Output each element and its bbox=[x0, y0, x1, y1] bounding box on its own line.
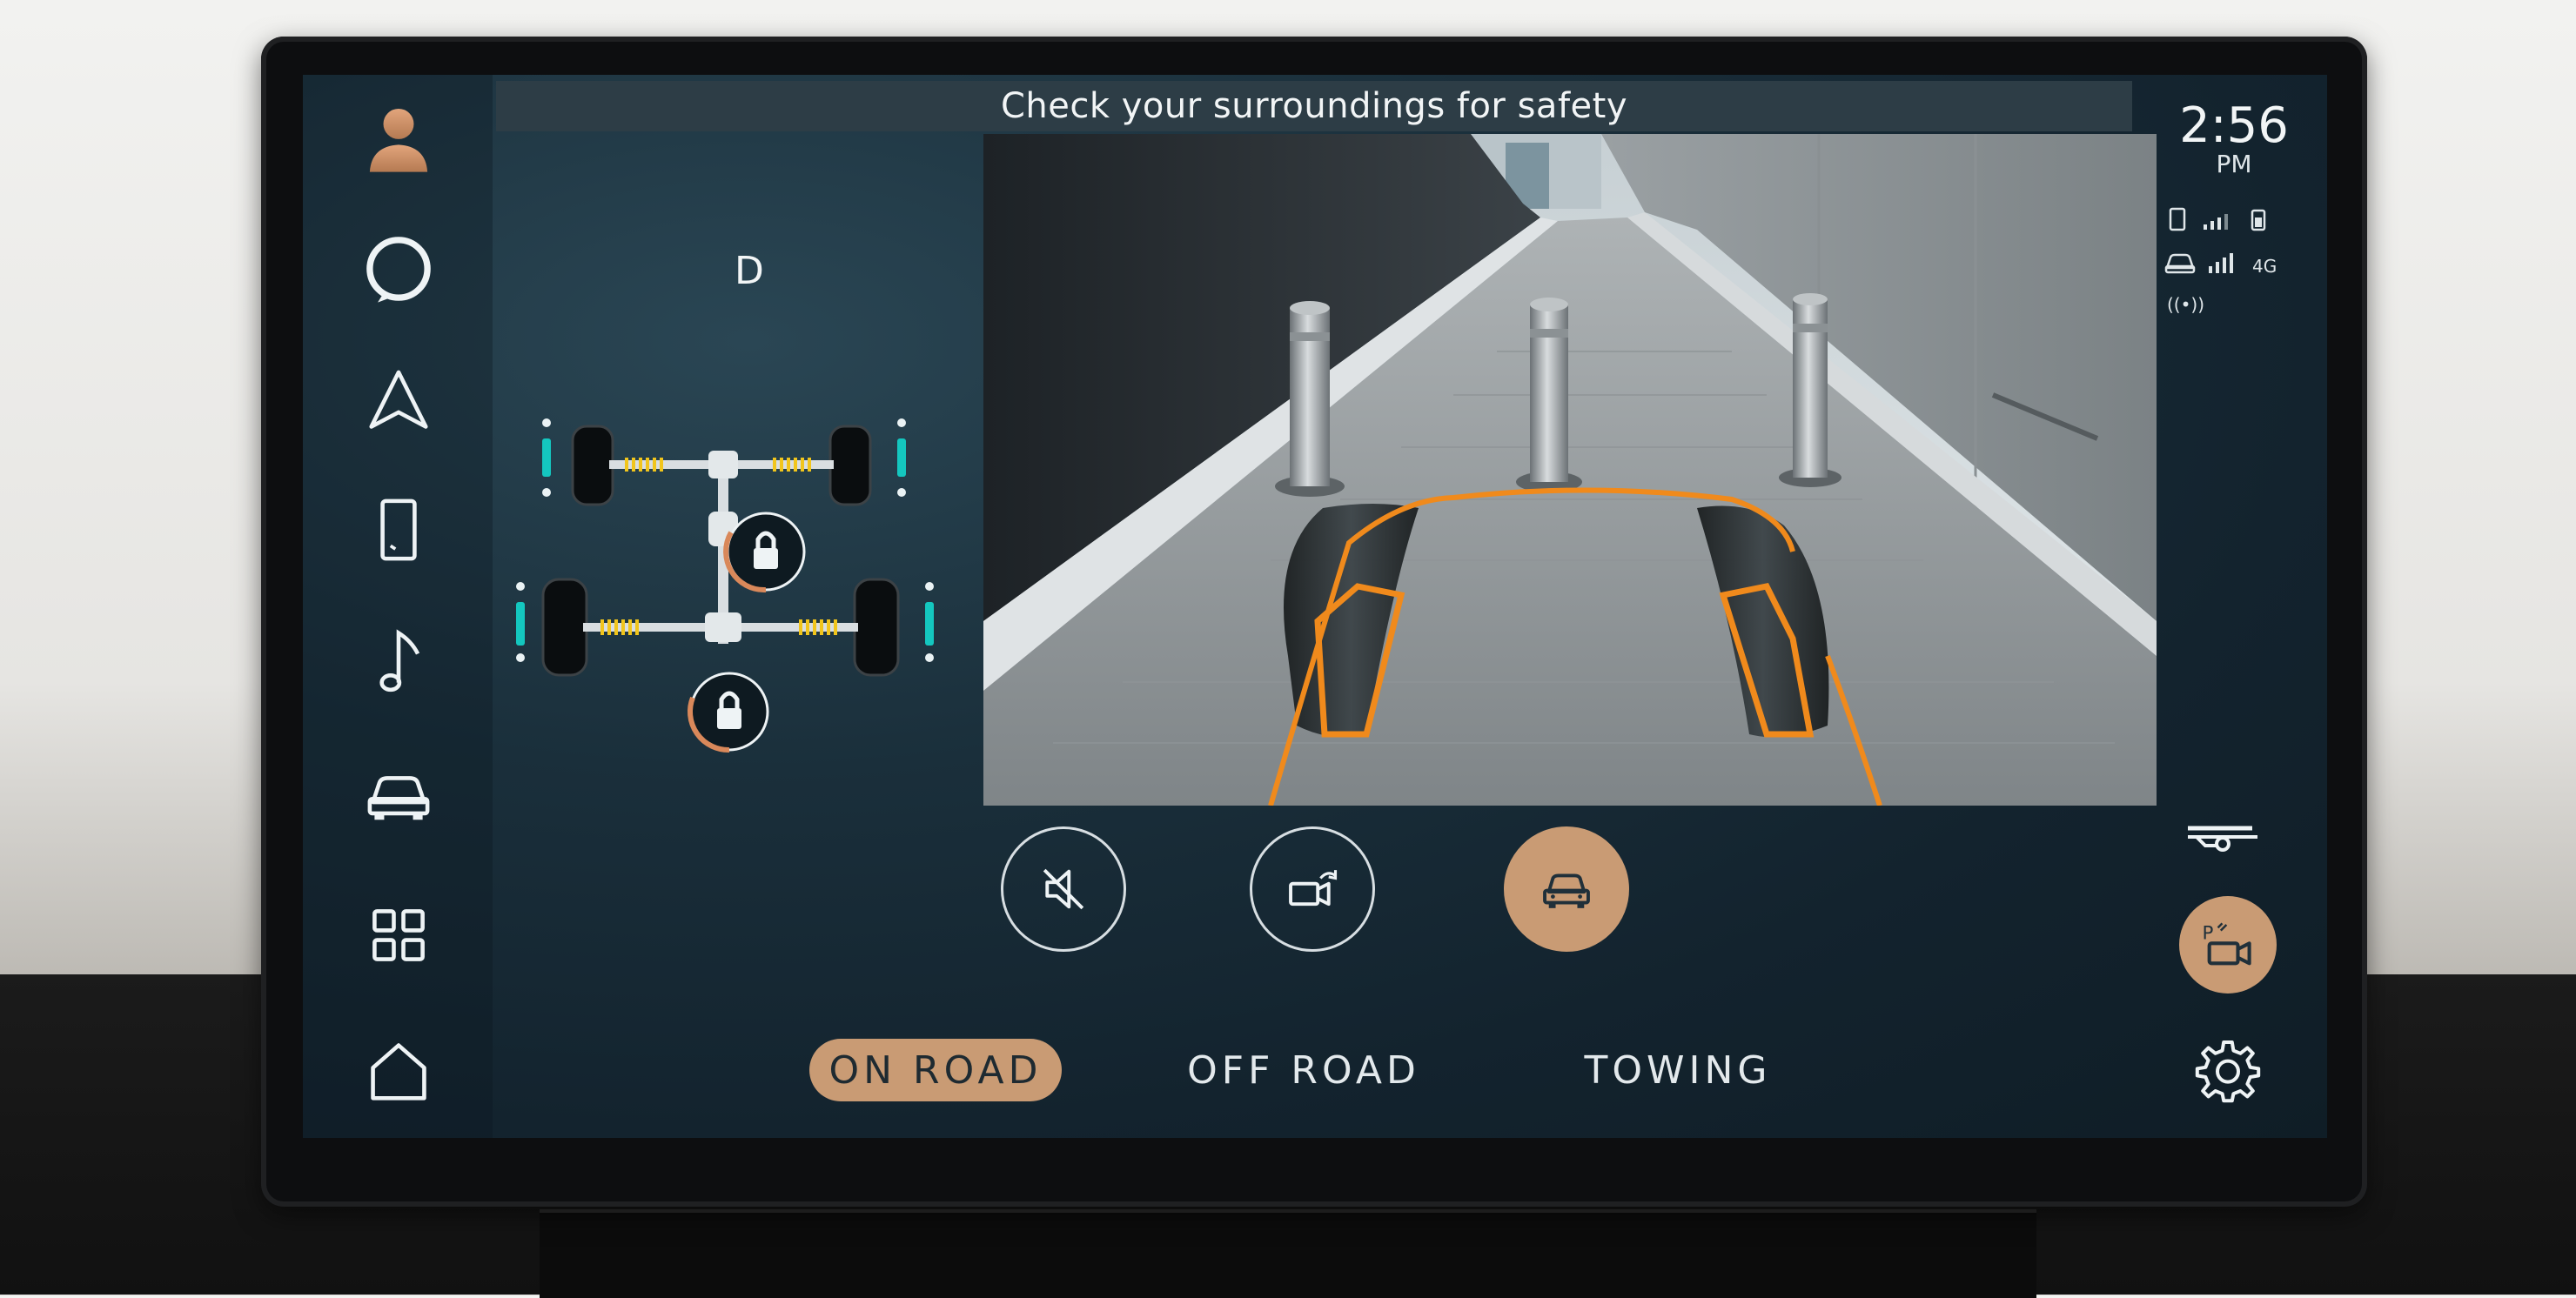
camera-rotate-icon bbox=[1289, 870, 1338, 907]
phone-icon bbox=[380, 498, 417, 561]
dashboard-vent bbox=[540, 1209, 2036, 1298]
left-navigation bbox=[303, 75, 493, 1138]
app-grid-icon bbox=[372, 909, 425, 961]
camera-views-button[interactable] bbox=[1250, 826, 1375, 952]
navigation-button[interactable] bbox=[341, 353, 456, 449]
mute-button[interactable] bbox=[1001, 826, 1126, 952]
car-front-icon bbox=[1543, 873, 1590, 908]
alexa-button[interactable] bbox=[341, 221, 456, 317]
music-note-icon bbox=[379, 629, 420, 692]
vehicle-view-button[interactable] bbox=[1504, 826, 1629, 952]
clock-time: 2:56 bbox=[2179, 97, 2289, 154]
profile-button[interactable] bbox=[341, 90, 456, 186]
media-button[interactable] bbox=[341, 611, 456, 706]
tab-towing[interactable]: TOWING bbox=[1565, 1039, 1791, 1101]
infotainment-screen: Check your surroundings for safety D ON … bbox=[303, 75, 2327, 1138]
tab-on-road[interactable]: ON ROAD bbox=[809, 1039, 1062, 1101]
park-camera-icon: P bbox=[2202, 922, 2251, 966]
gear-icon[interactable] bbox=[2193, 1035, 2263, 1105]
park-camera-button[interactable]: P bbox=[2179, 896, 2277, 994]
tab-off-road[interactable]: OFF ROAD bbox=[1173, 1039, 1434, 1101]
alexa-ring-icon bbox=[366, 237, 431, 303]
center-diff-lock-icon bbox=[723, 512, 806, 593]
car-signal-icon bbox=[2164, 253, 2233, 274]
drivetrain-diagram bbox=[516, 418, 934, 753]
rear-diff-lock-icon bbox=[687, 672, 769, 753]
rear-camera-view bbox=[983, 134, 2157, 806]
phone-button[interactable] bbox=[341, 482, 456, 578]
home-icon bbox=[371, 1043, 426, 1101]
status-column: 2:56 PM 4G ((•)) P bbox=[2141, 75, 2327, 1138]
phone-signal-battery-icon bbox=[2169, 207, 2266, 231]
rear-right-indicator bbox=[925, 582, 934, 662]
rear-left-indicator bbox=[516, 582, 525, 662]
apps-button[interactable] bbox=[341, 887, 456, 983]
wifi-hotspot-indicator: ((•)) bbox=[2167, 294, 2205, 315]
vehicle-button[interactable] bbox=[341, 745, 456, 840]
car-icon bbox=[367, 776, 430, 820]
tow-hitch-icon[interactable] bbox=[2179, 811, 2266, 863]
safety-banner: Check your surroundings for safety bbox=[496, 81, 2132, 131]
front-left-indicator bbox=[542, 418, 551, 497]
park-camera-label: P bbox=[2202, 922, 2213, 944]
front-right-indicator bbox=[897, 418, 906, 497]
camera-scene bbox=[983, 134, 2157, 806]
navigation-arrow-icon bbox=[369, 370, 428, 429]
speaker-mute-icon bbox=[1043, 868, 1084, 910]
network-type: 4G bbox=[2252, 256, 2277, 277]
clock-ampm: PM bbox=[2216, 150, 2252, 178]
home-button[interactable] bbox=[341, 1023, 456, 1119]
user-avatar-icon bbox=[369, 108, 428, 172]
